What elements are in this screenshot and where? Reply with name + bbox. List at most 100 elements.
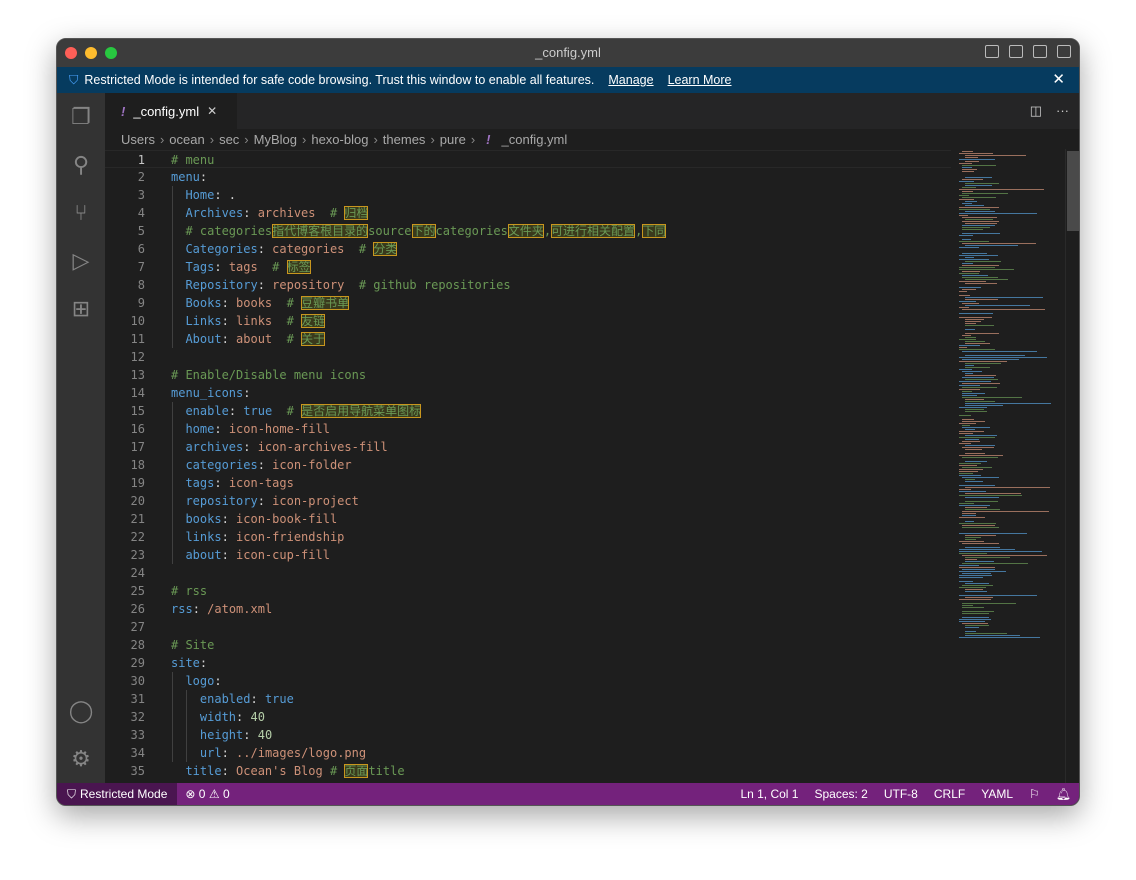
tab-config-yml[interactable]: ! _config.yml ✕ <box>105 93 237 129</box>
code-line[interactable]: 11 About: about # 关于 <box>105 330 951 348</box>
minimap-line <box>965 561 995 562</box>
code-line[interactable]: 5 # categories指代博客根目录的source下的categories… <box>105 222 951 240</box>
code-line[interactable]: 31 enabled: true <box>105 690 951 708</box>
minimap-line <box>965 509 1000 510</box>
code-line[interactable]: 9 Books: books # 豆瓣书单 <box>105 294 951 312</box>
breadcrumb-file[interactable]: _config.yml <box>502 132 568 147</box>
code-line[interactable]: 35 title: Ocean's Blog # 页面title <box>105 762 951 780</box>
close-banner-icon[interactable]: ✕ <box>1052 67 1065 93</box>
breadcrumb-item[interactable]: themes <box>383 132 426 147</box>
code-line[interactable]: 33 height: 40 <box>105 726 951 744</box>
code-line[interactable]: 19 tags: icon-tags <box>105 474 951 492</box>
account-icon[interactable]: ◯ <box>57 687 105 735</box>
minimap-line <box>965 403 1052 404</box>
code-line[interactable]: 12 <box>105 348 951 366</box>
language-mode[interactable]: YAML <box>973 787 1021 801</box>
close-window-button[interactable] <box>65 47 77 59</box>
line-ending[interactable]: CRLF <box>926 787 973 801</box>
token-pun: : <box>236 710 251 724</box>
code-line[interactable]: 16 home: icon-home-fill <box>105 420 951 438</box>
code-line[interactable]: 3 Home: . <box>105 186 951 204</box>
line-content: books: icon-book-fill <box>171 510 337 528</box>
settings-gear-icon[interactable]: ⚙ <box>57 735 105 783</box>
toggle-sidebar-icon[interactable] <box>985 45 999 58</box>
code-line[interactable]: 4 Archives: archives # 归档 <box>105 204 951 222</box>
code-line[interactable]: 8 Repository: repository # github reposi… <box>105 276 951 294</box>
cursor-position[interactable]: Ln 1, Col 1 <box>732 787 806 801</box>
breadcrumb-item[interactable]: sec <box>219 132 239 147</box>
code-line[interactable]: 1 # menu <box>105 150 951 168</box>
code-line[interactable]: 6 Categories: categories # 分类 <box>105 240 951 258</box>
breadcrumb-item[interactable]: pure <box>440 132 466 147</box>
token-pun: : <box>221 764 237 778</box>
code-line[interactable]: 22 links: icon-friendship <box>105 528 951 546</box>
code-line[interactable]: 18 categories: icon-folder <box>105 456 951 474</box>
minimap-line <box>959 475 982 476</box>
more-actions-icon[interactable]: ··· <box>1056 103 1069 119</box>
search-icon[interactable]: ⚲ <box>57 141 105 189</box>
code-line[interactable]: 34 url: ../images/logo.png <box>105 744 951 762</box>
breadcrumb-item[interactable]: MyBlog <box>254 132 297 147</box>
feedback-icon[interactable]: ⚐ <box>1021 787 1048 801</box>
minimap-line <box>959 407 987 408</box>
minimap-line <box>965 355 1026 356</box>
code-line[interactable]: 15 enable: true # 是否启用导航菜单图标 <box>105 402 951 420</box>
token-pun: : <box>214 476 229 490</box>
restricted-mode-status[interactable]: ⛉ Restricted Mode <box>57 783 178 805</box>
breadcrumb-item[interactable]: ocean <box>169 132 204 147</box>
toggle-secondary-sidebar-icon[interactable] <box>1033 45 1047 58</box>
code-line[interactable]: 30 logo: <box>105 672 951 690</box>
toggle-panel-icon[interactable] <box>1009 45 1023 58</box>
code-line[interactable]: 23 about: icon-cup-fill <box>105 546 951 564</box>
code-line[interactable]: 7 Tags: tags # 标签 <box>105 258 951 276</box>
code-line[interactable]: 17 archives: icon-archives-fill <box>105 438 951 456</box>
code-line[interactable]: 26 rss: /atom.xml <box>105 600 951 618</box>
run-debug-icon[interactable]: ▷ <box>57 237 105 285</box>
indentation[interactable]: Spaces: 2 <box>806 787 875 801</box>
breadcrumb-item[interactable]: hexo-blog <box>311 132 368 147</box>
minimap-line <box>959 255 999 256</box>
code-editor[interactable]: 1 # menu 2 menu: 3 Home: .4 Archives: archiv… <box>105 149 1079 783</box>
token-com: # <box>315 206 345 220</box>
minimap-line <box>965 155 1026 156</box>
problems-status[interactable]: ⊗ 0 ⚠ 0 <box>177 787 237 801</box>
code-line[interactable]: 14 menu_icons: <box>105 384 951 402</box>
manage-link[interactable]: Manage <box>608 67 653 93</box>
unicode-highlight: 豆瓣书单 <box>301 296 350 310</box>
notifications-bell-icon[interactable]: 🔔︎ <box>1048 787 1079 801</box>
source-control-icon[interactable]: ⑂ <box>57 189 105 237</box>
customize-layout-icon[interactable] <box>1057 45 1071 58</box>
minimap[interactable] <box>953 149 1065 783</box>
code-line[interactable]: 27 <box>105 618 951 636</box>
line-number: 24 <box>130 566 145 580</box>
line-number: 14 <box>130 386 145 400</box>
token-com: # Site <box>171 638 215 652</box>
code-line[interactable]: 20 repository: icon-project <box>105 492 951 510</box>
token-key: menu <box>171 170 200 184</box>
encoding[interactable]: UTF-8 <box>876 787 926 801</box>
code-line[interactable]: 10 Links: links # 友链 <box>105 312 951 330</box>
code-line[interactable]: 28 # Site <box>105 636 951 654</box>
code-line[interactable]: 25 # rss <box>105 582 951 600</box>
scrollbar-thumb[interactable] <box>1067 151 1079 231</box>
minimize-window-button[interactable] <box>85 47 97 59</box>
explorer-icon[interactable]: ❐ <box>57 93 105 141</box>
maximize-window-button[interactable] <box>105 47 117 59</box>
code-line[interactable]: 21 books: icon-book-fill <box>105 510 951 528</box>
learn-more-link[interactable]: Learn More <box>668 67 732 93</box>
code-line[interactable]: 2 menu: <box>105 168 951 186</box>
token-pun: : . <box>214 188 237 202</box>
code-line[interactable]: 13 # Enable/Disable menu icons <box>105 366 951 384</box>
code-line[interactable]: 29 site: <box>105 654 951 672</box>
minimap-line <box>965 521 974 522</box>
split-editor-icon[interactable]: ◫ <box>1030 103 1042 119</box>
breadcrumb-item[interactable]: Users <box>121 132 155 147</box>
extensions-icon[interactable]: ⊞ <box>57 285 105 333</box>
vertical-scrollbar[interactable] <box>1065 149 1079 783</box>
code-line[interactable]: 24 <box>105 564 951 582</box>
close-tab-icon[interactable]: ✕ <box>207 104 217 118</box>
code-line[interactable]: 32 width: 40 <box>105 708 951 726</box>
line-content: Tags: tags # 标签 <box>171 258 311 276</box>
minimap-line <box>962 477 1000 478</box>
indent-guide <box>186 690 187 762</box>
